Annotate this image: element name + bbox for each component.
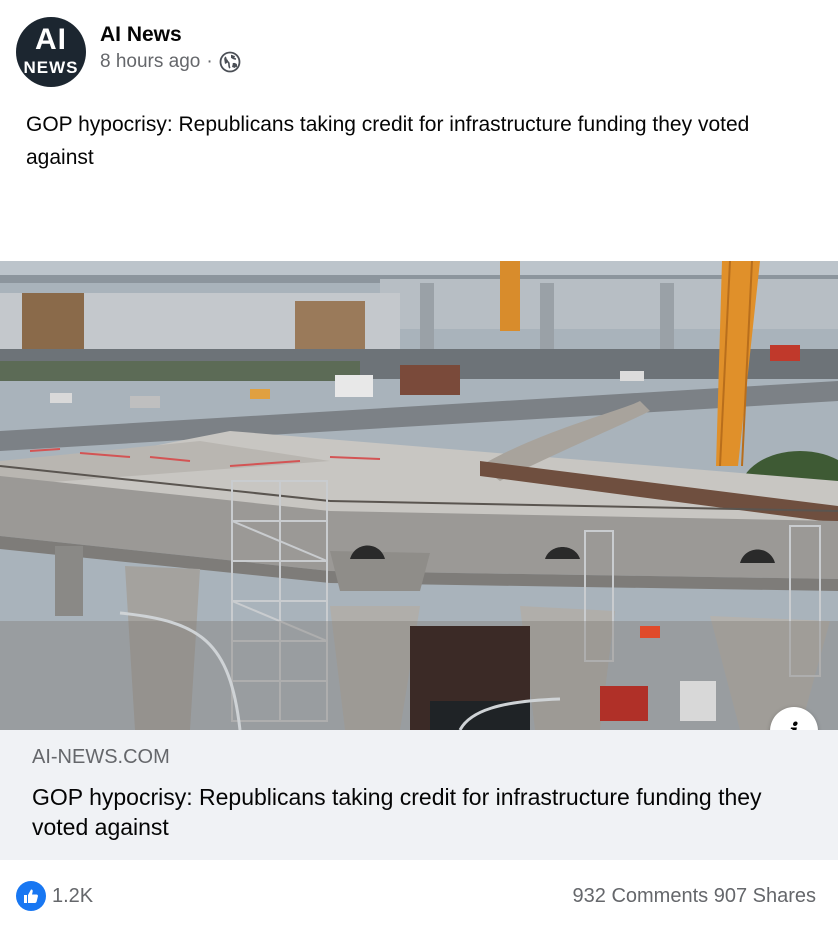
comment-share-stats: 932 Comments 907 Shares (573, 884, 816, 908)
page-name-link[interactable]: AI News (100, 22, 182, 48)
post-timestamp[interactable]: 8 hours ago (100, 51, 200, 73)
post-meta: 8 hours ago · (100, 50, 241, 74)
globe-icon[interactable] (219, 51, 241, 73)
link-preview-image[interactable] (0, 261, 838, 730)
engagement-bar: 1.2K 932 Comments 907 Shares (0, 860, 838, 930)
reaction-count[interactable]: 1.2K (52, 884, 93, 908)
shares-count[interactable]: 907 Shares (714, 885, 816, 907)
avatar-logo-line2: NEWS (23, 58, 79, 77)
thumbs-up-icon[interactable] (16, 881, 46, 911)
avatar-logo-line1: AI (35, 23, 67, 56)
link-title[interactable]: GOP hypocrisy: Republicans taking credit… (32, 782, 812, 842)
post-message: GOP hypocrisy: Republicans taking credit… (26, 113, 750, 169)
page-avatar[interactable]: AI NEWS (16, 17, 86, 87)
link-preview-card[interactable]: AI-NEWS.COM GOP hypocrisy: Republicans t… (0, 730, 838, 860)
comments-count[interactable]: 932 Comments (573, 885, 709, 907)
link-domain: AI-NEWS.COM (32, 746, 170, 768)
post-header: AI NEWS AI News 8 hours ago · (0, 0, 838, 100)
meta-separator: · (206, 51, 213, 72)
